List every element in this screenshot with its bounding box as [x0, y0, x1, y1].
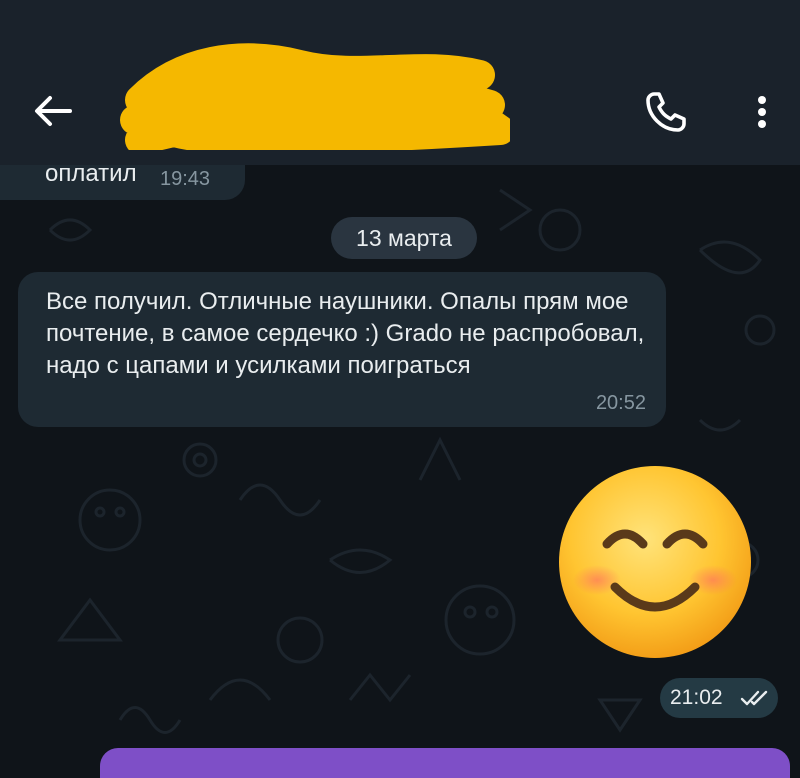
- message-time: 21:02: [670, 686, 723, 709]
- date-separator: 13 марта: [331, 217, 477, 259]
- phone-call-icon[interactable]: [642, 88, 690, 136]
- smiling-face-emoji-icon[interactable]: [555, 462, 755, 662]
- double-check-read-icon: [740, 690, 768, 706]
- next-message-bubble-outgoing[interactable]: [100, 748, 790, 778]
- sticker-meta: 21:02: [660, 678, 778, 718]
- back-arrow-icon[interactable]: [30, 88, 76, 134]
- more-options-icon[interactable]: [744, 88, 780, 136]
- chat-header: был(а) в 16:04: [0, 0, 800, 165]
- redaction-scribble: [120, 43, 510, 150]
- message-bubble-incoming[interactable]: Все получил. Отличные наушники. Опалы пр…: [18, 272, 666, 427]
- message-time: 20:52: [595, 392, 646, 414]
- message-time: 19:43: [160, 168, 211, 190]
- message-text: Все получил. Отличные наушники. Опалы пр…: [46, 288, 645, 379]
